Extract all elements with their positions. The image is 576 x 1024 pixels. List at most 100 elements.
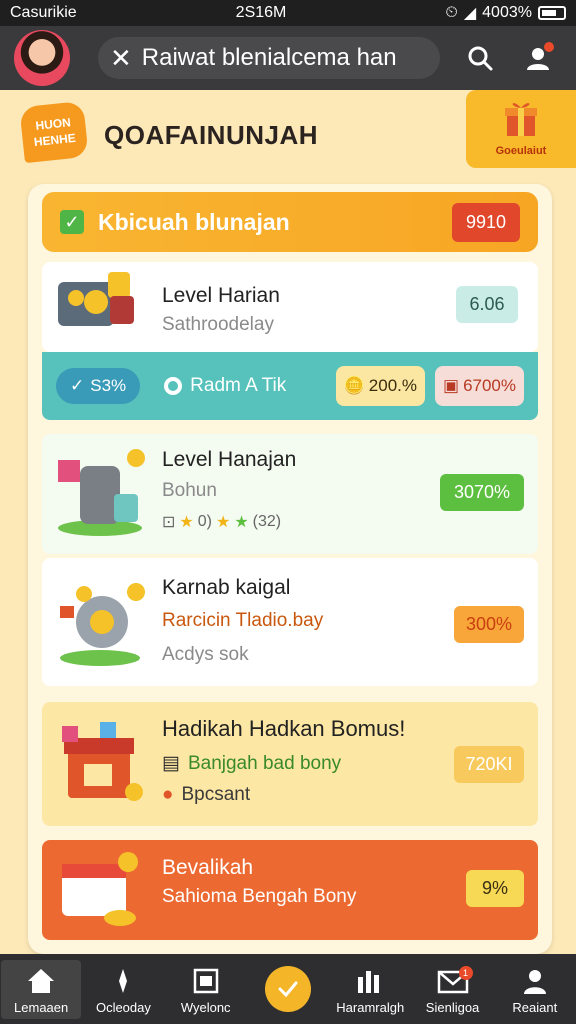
check-icon: ✓: [70, 376, 85, 395]
nav-label: Wyelonc: [180, 999, 231, 1015]
item-title: Bevalikah: [162, 856, 254, 879]
list-item-bevalikah[interactable]: Bevalikah Sahioma Bengah Bony 9%: [42, 840, 538, 940]
signal-icon: ◢: [463, 5, 477, 22]
star-icon: ★: [215, 514, 231, 531]
item-subtitle: Banjgah bad bony: [187, 752, 342, 774]
compass-icon: [83, 964, 163, 998]
nav-label: Reaiant: [512, 999, 558, 1015]
item-subtitle: Rarcicin Tladio.bay: [162, 610, 324, 631]
ticket-icon: ▤: [162, 753, 180, 774]
bottom-nav: Lemaaen Ocleoday Wyelonc Haramralgh 1 Si…: [0, 954, 576, 1024]
alarm-icon: ⏲: [445, 4, 458, 21]
search-bar[interactable]: ✕ Raiwat blenialcema han: [98, 37, 440, 79]
search-text: Raiwat blenialcema han: [141, 44, 397, 71]
checkbox-icon: ✓: [60, 210, 84, 234]
time-text: 2S16M: [235, 4, 287, 21]
gift-button[interactable]: Goeulaiut: [466, 90, 576, 168]
nav-item-center[interactable]: [248, 966, 328, 1012]
chest-icon: ▣: [443, 376, 460, 395]
item-value-badge: 300%: [454, 606, 524, 643]
mail-badge: 1: [458, 965, 473, 980]
item-subtitle: Bohun: [162, 480, 217, 501]
star-icon: ★: [179, 514, 194, 531]
close-icon[interactable]: ✕: [110, 43, 132, 74]
percent-text: S3%: [90, 376, 127, 395]
gift-label: Goeulaiut: [495, 145, 547, 157]
nav-item-sienligoa[interactable]: 1 Sienligoa: [413, 964, 493, 1015]
radio-option[interactable]: Radm A Tik: [164, 375, 335, 397]
mail-icon: [413, 964, 493, 998]
profile-icon: [495, 964, 575, 998]
item-value-badge: 6.06: [456, 286, 518, 323]
card-header-value: 9910: [451, 202, 520, 242]
gift-shop-icon: [54, 720, 148, 804]
battery-text: 4003%: [482, 4, 532, 21]
chip-value: 200.%: [368, 376, 417, 395]
nav-item-ocleoday[interactable]: Ocleoday: [83, 964, 163, 1015]
item-title: Hadikah Hadkan Bomus!: [162, 716, 406, 741]
search-icon[interactable]: [460, 38, 500, 78]
item-note: Bpcsant: [181, 784, 251, 805]
list-item-karnab-kaigal[interactable]: Karnab kaigal Rarcicin Tladio.bay Acdys …: [42, 558, 538, 686]
item-value-badge: 9%: [466, 870, 524, 907]
item-title: Level Harian: [162, 284, 280, 307]
page-title: QOAFAINUNJAH: [104, 120, 319, 150]
radio-icon: [164, 377, 183, 395]
rating-count: (32): [252, 513, 282, 530]
status-indicators: ⏲ ◢ 4003%: [445, 3, 566, 23]
star-icon: ★: [234, 514, 249, 531]
carrier-text: Casurikie: [10, 4, 77, 21]
percent-toggle[interactable]: ✓ S3%: [56, 368, 141, 404]
card-header[interactable]: ✓ Kbicuah blunajan 9910: [42, 192, 538, 252]
item-subtitle: Sathroodelay: [162, 314, 274, 335]
notification-dot: [544, 42, 554, 52]
list-item-level-harian[interactable]: Level Harian Sathroodelay 6.06: [42, 262, 538, 352]
rating-text: 0): [197, 513, 212, 530]
item-note: Acdys sok: [162, 644, 249, 665]
chip-value: 6700%: [463, 376, 516, 395]
calendar-icon: [166, 964, 246, 998]
nav-label: Haramralgh: [336, 999, 405, 1015]
list-item-hadikah-bonus[interactable]: Hadikah Hadkan Bomus! ▤ Banjgah bad bony…: [42, 702, 538, 826]
item-subrow: ● Bpcsant: [162, 784, 250, 806]
gift-icon: [466, 98, 576, 145]
app-header: ✕ Raiwat blenialcema han: [0, 26, 576, 90]
coin-stack-icon: 🪙: [343, 376, 365, 395]
nav-item-haramralgh[interactable]: Haramralgh: [330, 964, 410, 1015]
item-subtitle: Sahioma Bengah Bony: [162, 886, 357, 907]
coin-wheel-icon: [54, 578, 148, 666]
nav-item-reaiant[interactable]: Reaiant: [495, 964, 575, 1015]
progress-bar-row: ✓ S3% Radm A Tik 🪙 200.% ▣ 6700%: [42, 352, 538, 420]
rating-box-icon: ⊡: [162, 514, 176, 531]
nav-item-home[interactable]: Lemaaen: [1, 959, 82, 1019]
item-value-badge: 3070%: [440, 474, 524, 511]
profile-notification-icon[interactable]: [518, 38, 558, 78]
radio-label: Radm A Tik: [190, 375, 287, 396]
title-row: HUON HENHE QOAFAINUNJAH Goeulaiut: [0, 90, 576, 176]
card-header-title: Kbicuah blunajan: [98, 208, 290, 235]
list-item-level-hanajan[interactable]: Level Hanajan Bohun ⊡ ★ 0) ★ ★ (32) 3070…: [42, 434, 538, 554]
rating-row: ⊡ ★ 0) ★ ★ (32): [162, 512, 281, 532]
nav-label: Sienligoa: [425, 999, 480, 1015]
coins-pots-icon: [54, 268, 148, 352]
item-subrow: ▤ Banjgah bad bony: [162, 752, 341, 775]
battery-icon: [537, 6, 566, 20]
canister-icon: [54, 448, 148, 536]
nav-label: Ocleoday: [95, 999, 151, 1015]
calendar-coins-icon: [54, 848, 148, 932]
status-bar: Casurikie 2S16M ⏲ ◢ 4003%: [0, 0, 576, 26]
item-value-badge: 720KI: [454, 746, 524, 783]
item-title: Level Hanajan: [162, 448, 297, 471]
new-badge: HUON HENHE: [19, 100, 89, 164]
nav-item-wyelonc[interactable]: Wyelonc: [166, 964, 246, 1015]
coins-chip[interactable]: 🪙 200.%: [335, 366, 425, 406]
coin-icon: ●: [162, 784, 174, 805]
rewards-card: ✓ Kbicuah blunajan 9910 Level Harian Sat…: [28, 184, 552, 954]
check-fab-icon[interactable]: [264, 966, 311, 1012]
chart-icon: [330, 964, 410, 998]
nav-label: Lemaaen: [14, 999, 69, 1015]
chest-chip[interactable]: ▣ 6700%: [435, 366, 524, 406]
home-icon: [1, 964, 81, 998]
item-title: Karnab kaigal: [162, 576, 291, 599]
avatar[interactable]: [14, 30, 70, 86]
